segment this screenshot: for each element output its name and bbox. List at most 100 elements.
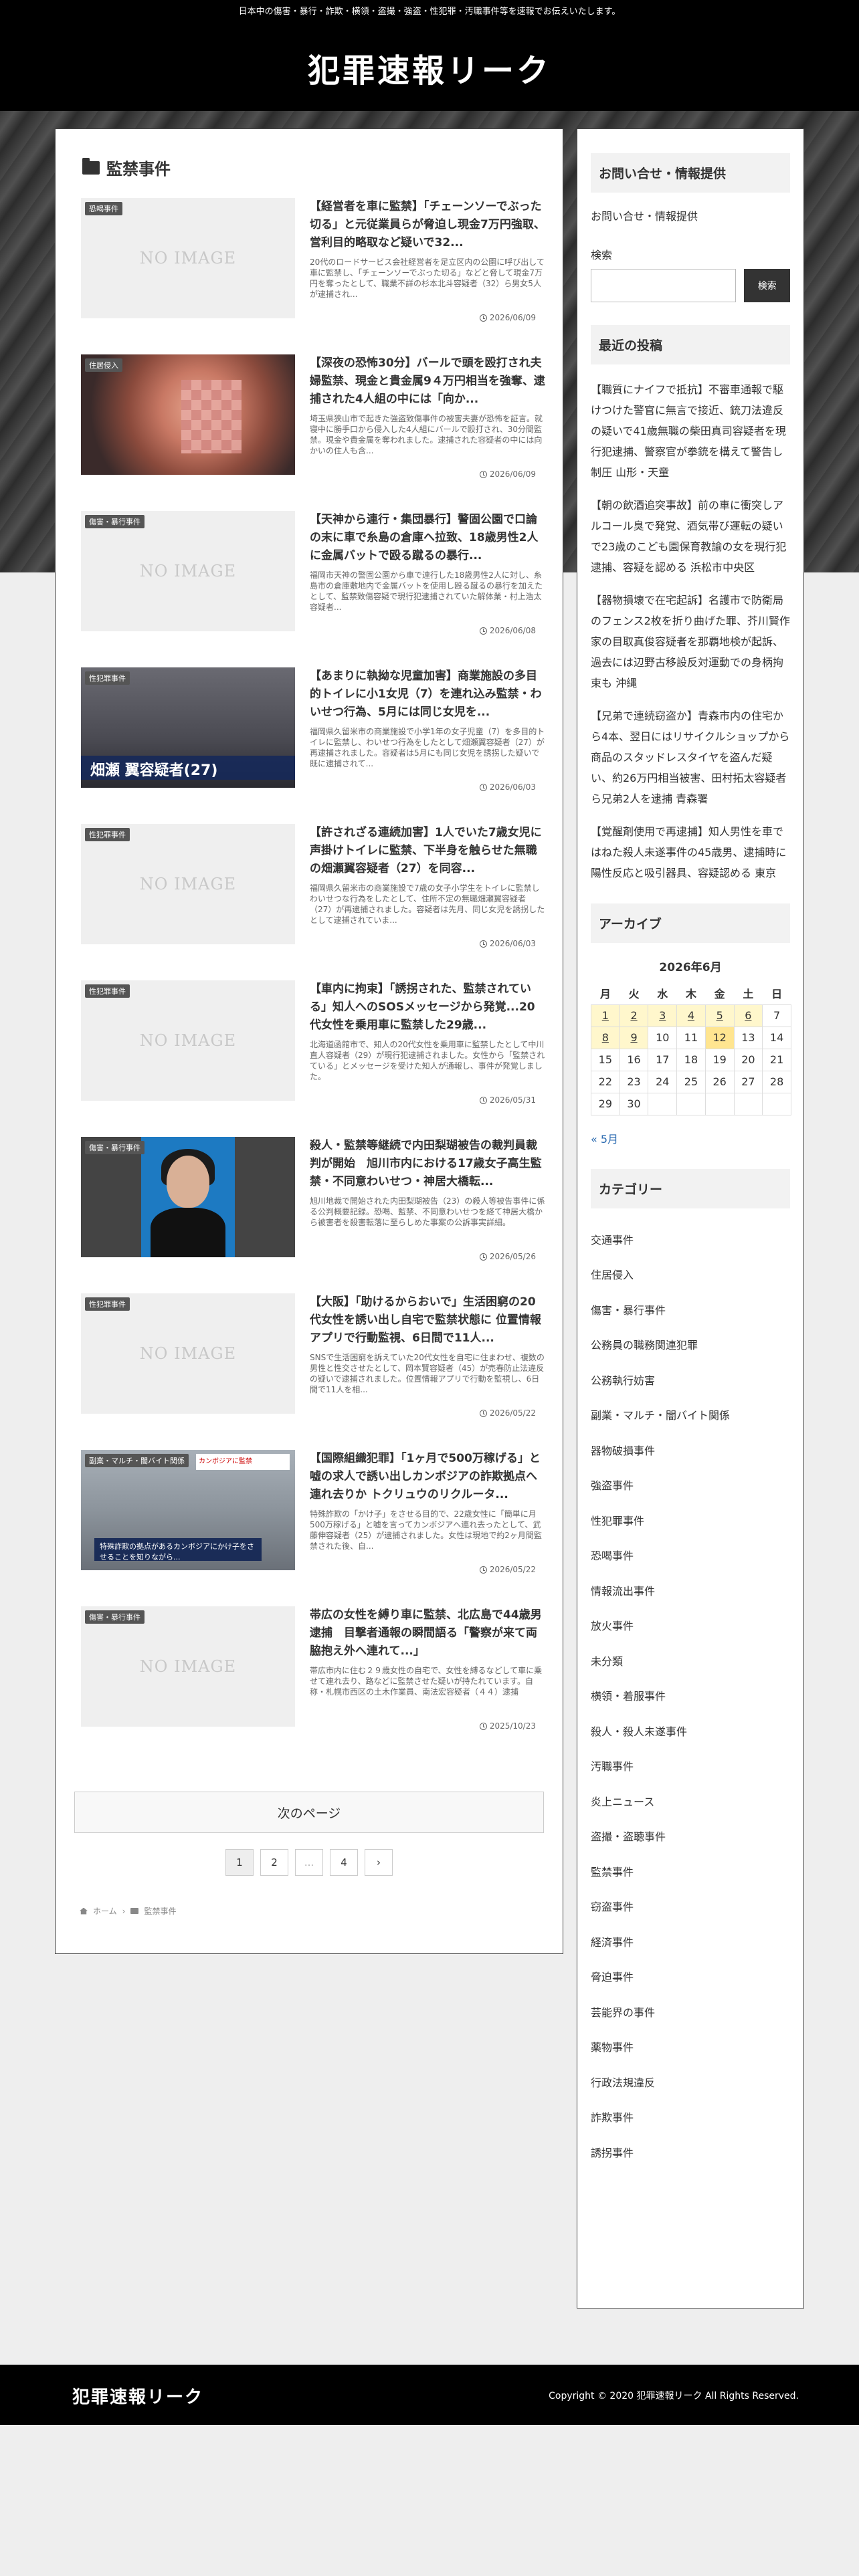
post-thumbnail[interactable]: NO IMAGE 性犯罪事件 <box>81 980 295 1101</box>
category-link[interactable]: 放火事件 <box>591 1609 790 1644</box>
calendar-day: 28 <box>762 1070 791 1093</box>
post-title[interactable]: 帯広の女性を縛り車に監禁、北広島で44歳男逮捕 目撃者通報の瞬間語る「警察が来て… <box>310 1606 545 1661</box>
category-link[interactable]: 詐欺事件 <box>591 2101 790 2136</box>
calendar-day[interactable]: 3 <box>648 1004 678 1027</box>
recent-post-link[interactable]: 【職質にナイフで抵抗】不審車通報で駆けつけた警官に無言で接近、銃刀法違反の疑いで… <box>591 379 790 483</box>
category-link[interactable]: 情報流出事件 <box>591 1574 790 1610</box>
search-button[interactable]: 検索 <box>744 269 790 302</box>
post-title[interactable]: 【天神から連行・集団暴行】警固公園で口論の末に車で糸島の倉庫へ拉致、18歳男性2… <box>310 511 545 566</box>
folder-icon <box>82 157 100 175</box>
calendar-day: 30 <box>619 1092 649 1115</box>
post-title[interactable]: 【許されざる連続加害】1人でいた7歳女児に声掛けトイレに監禁、下半身を触らせた無… <box>310 824 545 879</box>
post-excerpt: 埼玉県狭山市で起きた強盗致傷事件の被害夫妻が恐怖を証言。就寝中に勝手口から侵入し… <box>310 414 543 455</box>
category-link[interactable]: 未分類 <box>591 1644 790 1680</box>
post-title[interactable]: 【あまりに執拗な児童加害】商業施設の多目的トイレに小1女児（7）を連れ込み監禁・… <box>310 667 545 722</box>
recent-post-link[interactable]: 【器物損壊で在宅起訴】名護市で防衛局のフェンス2枚を折り曲げた罪、芥川賢作家の目… <box>591 590 790 693</box>
post-card[interactable]: カンボジアに監禁 特殊詐欺の拠点があるカンボジアにかけ子をさせることを知りながら.… <box>74 1450 544 1606</box>
category-link[interactable]: 公務員の職務関連犯罪 <box>591 1328 790 1364</box>
post-title[interactable]: 【深夜の恐怖30分】バールで頭を殴打され夫婦監禁、現金と貴金属9４万円相当を強奪… <box>310 354 545 409</box>
post-thumbnail[interactable]: カンボジアに監禁 特殊詐欺の拠点があるカンボジアにかけ子をさせることを知りながら.… <box>81 1450 295 1570</box>
category-link[interactable]: 誘拐事件 <box>591 2136 790 2171</box>
calendar-day: 12 <box>704 1026 735 1049</box>
category-link[interactable]: 監禁事件 <box>591 1855 790 1891</box>
category-link[interactable]: 脅迫事件 <box>591 1960 790 1996</box>
category-link[interactable]: 経済事件 <box>591 1925 790 1961</box>
category-link[interactable]: 横領・着服事件 <box>591 1679 790 1715</box>
category-link[interactable]: 芸能界の事件 <box>591 1996 790 2031</box>
post-card[interactable]: NO IMAGE 性犯罪事件 【許されざる連続加害】1人でいた7歳女児に声掛けトイレ… <box>74 824 545 980</box>
search-input[interactable] <box>591 269 737 302</box>
recent-post-link[interactable]: 【覚醒剤使用で再逮捕】知人男性を車ではねた殺人未遂事件の45歳男、逮捕時に陽性反… <box>591 821 790 883</box>
calendar-day: 22 <box>591 1070 620 1093</box>
category-link[interactable]: 交通事件 <box>591 1223 790 1259</box>
breadcrumb-home[interactable]: ホーム <box>93 1905 117 1917</box>
category-link[interactable]: 窃盗事件 <box>591 1890 790 1925</box>
calendar-day[interactable]: 4 <box>676 1004 706 1027</box>
category-link[interactable]: 傷害・暴行事件 <box>591 1293 790 1329</box>
breadcrumb: ホーム › 監禁事件 <box>80 1905 176 1917</box>
post-title[interactable]: 殺人・監禁等継続で内田梨瑚被告の裁判員裁判が開始 旭川市内における17歳女子高生… <box>310 1137 545 1192</box>
calendar-day[interactable]: 9 <box>619 1026 649 1049</box>
category-link[interactable]: 盗撮・盗聴事件 <box>591 1820 790 1855</box>
post-card[interactable]: 住居侵入 【深夜の恐怖30分】バールで頭を殴打され夫婦監禁、現金と貴金属9４万円相… <box>74 354 545 511</box>
calendar-day[interactable]: 5 <box>704 1004 735 1027</box>
category-link[interactable]: 炎上ニュース <box>591 1785 790 1820</box>
calendar-day[interactable]: 1 <box>591 1004 620 1027</box>
calendar-prev-month-link[interactable]: « 5月 <box>591 1130 790 1146</box>
next-page-chevron-icon[interactable]: › <box>365 1849 393 1876</box>
recent-post-link[interactable]: 【朝の飲酒追突事故】前の車に衝突しアルコール臭で発覚、酒気帯び運転の疑いで23歳… <box>591 495 790 578</box>
category-link[interactable]: 恐喝事件 <box>591 1539 790 1574</box>
category-link[interactable]: 公務執行妨害 <box>591 1364 790 1399</box>
category-link[interactable]: 住居侵入 <box>591 1258 790 1293</box>
post-thumbnail[interactable]: NO IMAGE 性犯罪事件 <box>81 1293 295 1414</box>
recent-post-link[interactable]: 【兄弟で連続窃盗か】青森市内の住宅から4本、翌日にはリサイクルショップから商品の… <box>591 706 790 809</box>
post-card[interactable]: NO IMAGE 性犯罪事件 【大阪】「助けるからおいで」生活困窮の20代女性を誘い… <box>74 1293 545 1450</box>
category-link[interactable]: 行政法規違反 <box>591 2066 790 2101</box>
contact-link[interactable]: お問い合せ・情報提供 <box>591 207 790 226</box>
page-number: ... <box>295 1849 323 1876</box>
post-thumbnail[interactable]: 住居侵入 <box>81 354 295 475</box>
page-number[interactable]: 1 <box>225 1849 254 1876</box>
post-title[interactable]: 【車内に拘束】「誘拐された、監禁されている」知人へのSOSメッセージから発覚..… <box>310 980 545 1035</box>
page-number[interactable]: 4 <box>330 1849 358 1876</box>
post-thumbnail[interactable]: 傷害・暴行事件 <box>81 1137 295 1257</box>
category-label: 恐喝事件 <box>85 202 122 215</box>
category-link[interactable]: 副業・マルチ・闇バイト関係 <box>591 1398 790 1434</box>
page-number[interactable]: 2 <box>260 1849 288 1876</box>
archive-title: 監禁事件 <box>106 160 171 179</box>
calendar-day[interactable]: 8 <box>591 1026 620 1049</box>
post-title[interactable]: 【国際組織犯罪】「1ヶ月で500万稼げる」と嘘の求人で誘い出しカンボジアの詐欺拠… <box>310 1450 545 1505</box>
category-label: 性犯罪事件 <box>85 1297 130 1311</box>
post-date-text: 2026/06/09 <box>489 313 536 322</box>
category-label: 傷害・暴行事件 <box>85 1610 145 1624</box>
post-card[interactable]: 傷害・暴行事件 殺人・監禁等継続で内田梨瑚被告の裁判員裁判が開始 旭川市内における… <box>74 1137 545 1293</box>
post-thumbnail[interactable]: NO IMAGE 恐喝事件 <box>81 198 295 318</box>
post-date-text: 2026/05/22 <box>489 1565 536 1574</box>
category-link[interactable]: 薬物事件 <box>591 2030 790 2066</box>
category-link[interactable]: 汚職事件 <box>591 1749 790 1785</box>
footer-logo[interactable]: 犯罪速報リーク <box>72 2383 203 2408</box>
archive-widget-title: アーカイブ <box>591 903 790 943</box>
next-page-button[interactable]: 次のページ <box>74 1792 544 1833</box>
post-card[interactable]: NO IMAGE 傷害・暴行事件 帯広の女性を縛り車に監禁、北広島で44歳男逮捕 目… <box>74 1606 544 1763</box>
category-link[interactable]: 強盗事件 <box>591 1469 790 1504</box>
post-thumbnail[interactable]: NO IMAGE 傷害・暴行事件 <box>81 1606 295 1727</box>
category-link[interactable]: 性犯罪事件 <box>591 1504 790 1539</box>
post-title[interactable]: 【大阪】「助けるからおいで」生活困窮の20代女性を誘い出し自宅で監禁状態に 位置… <box>310 1293 545 1348</box>
clock-icon <box>479 470 487 478</box>
calendar-day <box>676 1092 706 1115</box>
post-thumbnail[interactable]: NO IMAGE 性犯罪事件 <box>81 824 295 944</box>
pagination: 1 2... 4 › <box>56 1849 563 1876</box>
site-logo[interactable]: 犯罪速報リーク <box>308 44 551 91</box>
post-card[interactable]: NO IMAGE 性犯罪事件 【車内に拘束】「誘拐された、監禁されている」知人へのS… <box>74 980 545 1137</box>
post-thumbnail[interactable]: 畑瀬 翼容疑者(27) 性犯罪事件 <box>81 667 295 788</box>
post-card[interactable]: 畑瀬 翼容疑者(27) 性犯罪事件 【あまりに執拗な児童加害】商業施設の多目的トイレ… <box>74 667 545 824</box>
post-title[interactable]: 【経営者を車に監禁】「チェーンソーでぶった切る」と元従業員らが脅迫し現金7万円強… <box>310 198 545 253</box>
post-thumbnail[interactable]: NO IMAGE 傷害・暴行事件 <box>81 511 295 631</box>
post-card[interactable]: NO IMAGE 傷害・暴行事件 【天神から連行・集団暴行】警固公園で口論の末に車で… <box>74 511 544 667</box>
category-link[interactable]: 殺人・殺人未遂事件 <box>591 1715 790 1750</box>
post-card[interactable]: NO IMAGE 恐喝事件 【経営者を車に監禁】「チェーンソーでぶった切る」と元従業… <box>74 198 545 354</box>
calendar-day[interactable]: 6 <box>733 1004 763 1027</box>
category-link[interactable]: 器物破損事件 <box>591 1434 790 1469</box>
calendar-day[interactable]: 2 <box>619 1004 649 1027</box>
